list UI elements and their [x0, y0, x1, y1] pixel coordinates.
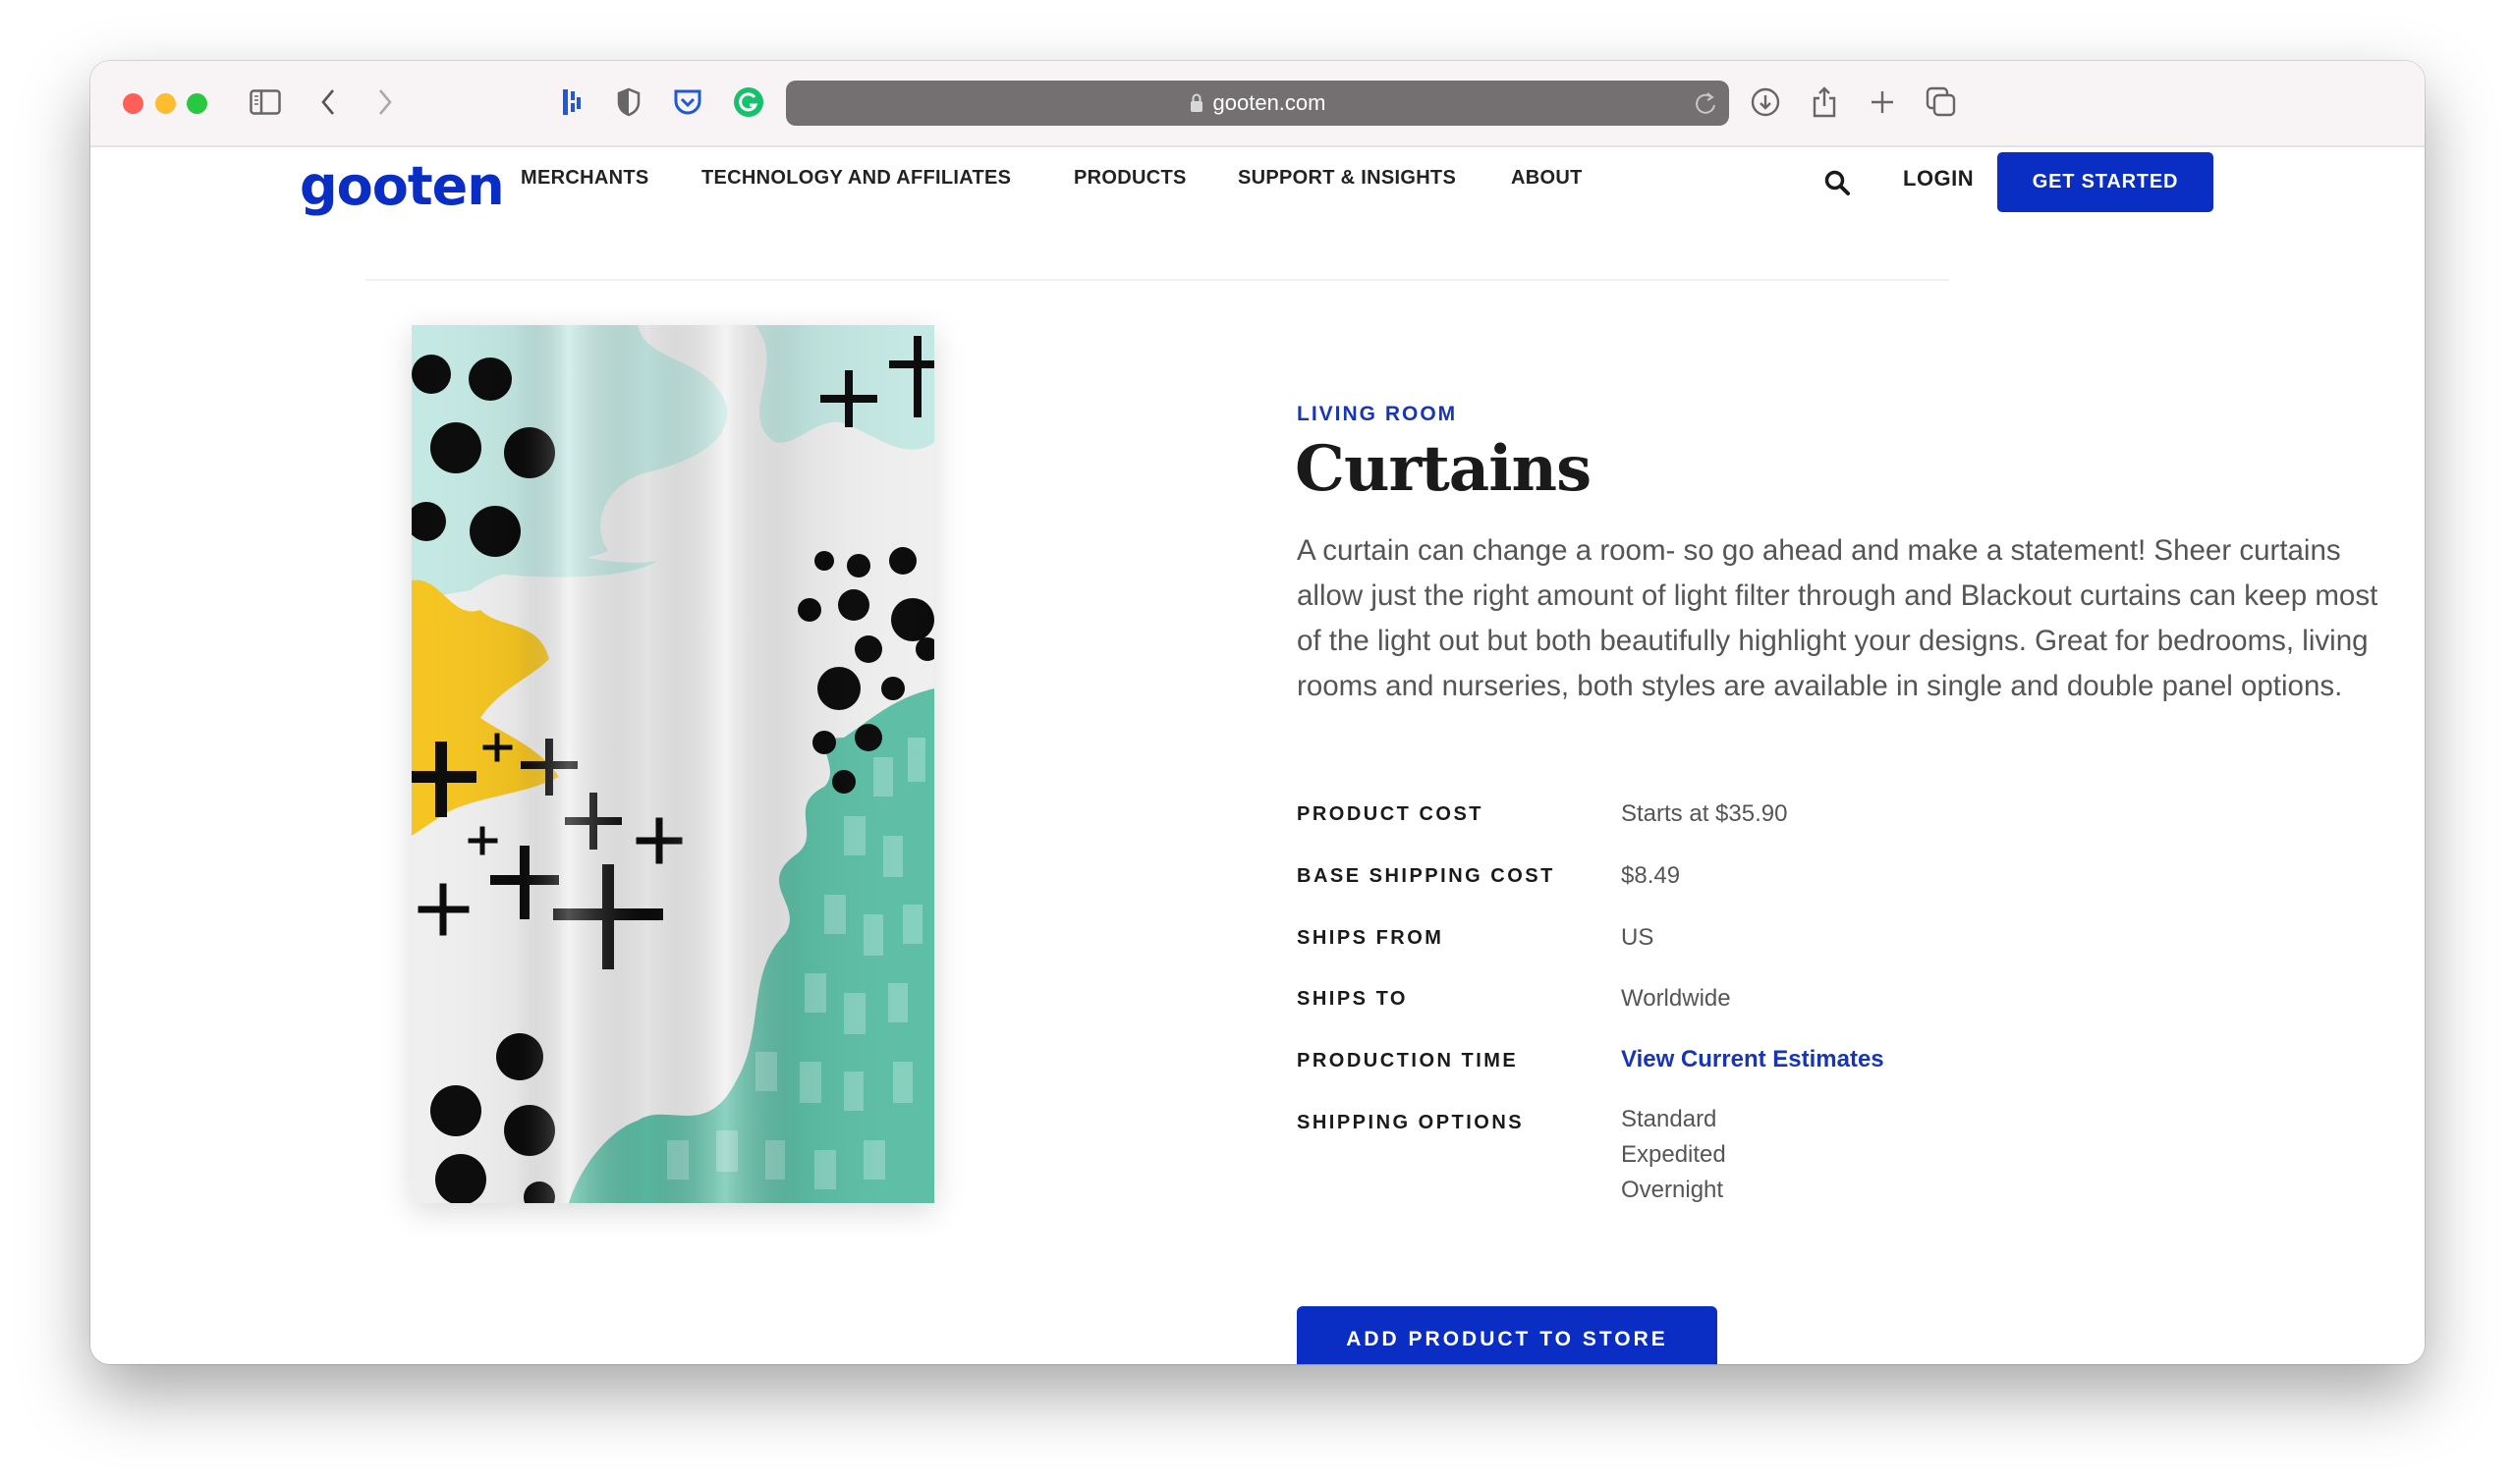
forward-icon[interactable]	[365, 82, 405, 122]
back-icon[interactable]	[308, 82, 348, 122]
nav-about[interactable]: ABOUT	[1511, 167, 1583, 190]
url-text: gooten.com	[1212, 90, 1326, 115]
download-icon[interactable]	[1746, 82, 1785, 122]
lock-icon	[1190, 93, 1203, 113]
curtain-pattern	[412, 325, 934, 1203]
zoom-window-button[interactable]	[187, 93, 207, 114]
spec-value-shipping-options: Standard Expedited Overnight	[1621, 1102, 1726, 1208]
nav-divider	[365, 279, 1949, 281]
shipping-option: Standard	[1621, 1106, 1717, 1132]
product-description: A curtain can change a room- so go ahead…	[1297, 534, 2378, 702]
login-link[interactable]: LOGIN	[1903, 166, 1974, 192]
pocket-icon[interactable]	[668, 82, 707, 122]
sidebar-icon[interactable]	[246, 82, 285, 122]
shipping-option: Overnight	[1621, 1177, 1724, 1203]
new-tab-icon[interactable]	[1863, 82, 1902, 122]
add-product-to-store-button[interactable]: ADD PRODUCT TO STORE	[1297, 1306, 1717, 1364]
view-current-estimates-link[interactable]: View Current Estimates	[1621, 1046, 1884, 1073]
minimize-window-button[interactable]	[155, 93, 176, 114]
nav-support-insights[interactable]: SUPPORT & INSIGHTS	[1238, 167, 1456, 190]
reload-icon[interactable]	[1694, 89, 1719, 123]
spec-label-product-cost: PRODUCT COST	[1297, 803, 1483, 825]
spec-value-base-shipping-cost: $8.49	[1621, 862, 1681, 889]
spec-value-ships-to: Worldwide	[1621, 985, 1731, 1012]
spec-label-shipping-options: SHIPPING OPTIONS	[1297, 1112, 1525, 1133]
spec-label-base-shipping-cost: BASE SHIPPING COST	[1297, 865, 1555, 887]
spec-label-ships-to: SHIPS TO	[1297, 988, 1408, 1010]
spec-value-ships-from: US	[1621, 924, 1654, 951]
spec-label-ships-from: SHIPS FROM	[1297, 927, 1444, 949]
nav-products[interactable]: PRODUCTS	[1074, 167, 1187, 190]
tab-overview-icon[interactable]	[1922, 82, 1961, 122]
close-window-button[interactable]	[123, 93, 143, 114]
dashlane-icon[interactable]	[552, 82, 591, 122]
browser-toolbar: gooten.com	[90, 61, 2425, 147]
web-page: gooten MERCHANTS TECHNOLOGY AND AFFILIAT…	[90, 147, 2425, 1364]
product-image-curtain[interactable]	[412, 325, 934, 1203]
product-title: Curtains	[1295, 432, 1592, 506]
address-bar[interactable]: gooten.com	[786, 81, 1729, 126]
shipping-option: Expedited	[1621, 1141, 1726, 1168]
spec-value-product-cost: Starts at $35.90	[1621, 800, 1788, 827]
search-icon[interactable]	[1823, 169, 1853, 198]
browser-window: gooten.com gooten MERCHANTS TECHNOLOGY A…	[90, 61, 2425, 1364]
nav-merchants[interactable]: MERCHANTS	[521, 167, 648, 190]
nav-technology-and-affiliates[interactable]: TECHNOLOGY AND AFFILIATES	[701, 167, 1011, 190]
product-category[interactable]: LIVING ROOM	[1297, 403, 1457, 426]
get-started-button[interactable]: GET STARTED	[1997, 152, 2213, 212]
share-icon[interactable]	[1805, 82, 1844, 122]
privacy-shield-icon[interactable]	[609, 82, 648, 122]
gooten-logo[interactable]: gooten	[300, 155, 505, 217]
spec-label-production-time: PRODUCTION TIME	[1297, 1050, 1519, 1072]
grammarly-icon[interactable]	[729, 82, 768, 122]
